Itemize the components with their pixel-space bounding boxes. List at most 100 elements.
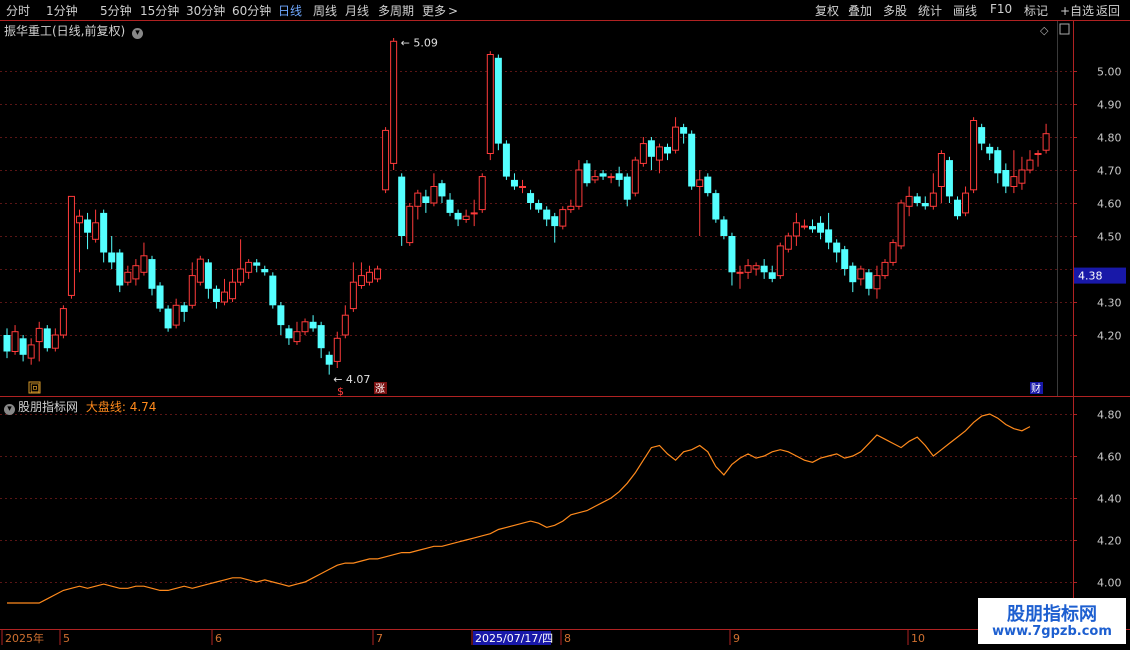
candle <box>865 269 873 296</box>
candle-body <box>792 222 800 237</box>
candle-body <box>849 265 857 283</box>
candle <box>623 173 631 207</box>
indicator-tick-label: 4.80 <box>1097 409 1122 422</box>
main-chart-title: 振华重工(日线,前复权) ▾ <box>4 22 144 39</box>
high-price-label: ← 5.09 <box>401 36 438 49</box>
tab-weekly[interactable]: 周线 <box>313 2 337 19</box>
candle-body <box>535 203 543 210</box>
candle-body <box>164 308 172 329</box>
candle-body <box>486 54 494 154</box>
panel-toggle-icon <box>1059 23 1070 35</box>
candle <box>655 143 663 174</box>
f10-button[interactable]: F10 <box>990 2 1012 16</box>
candle-body <box>301 321 309 333</box>
candle-body <box>422 196 430 203</box>
candle-body <box>446 199 454 213</box>
candle <box>905 186 913 217</box>
add-watchlist-button[interactable]: +自选 <box>1060 2 1094 19</box>
indicator-name[interactable]: 股朋指标网 <box>18 400 78 414</box>
multi-stock-button[interactable]: 多股 <box>883 2 907 19</box>
candle-body <box>132 265 140 280</box>
date-label: 10 <box>911 632 925 645</box>
candle <box>921 196 929 210</box>
candle <box>196 255 204 286</box>
tab-30min[interactable]: 30分钟 <box>186 2 225 19</box>
stock-chart[interactable]: 5.00 4.90 4.80 4.70 4.60 4.50 4.30 4.20 4.38 4.80… <box>0 0 1130 650</box>
candle-body <box>897 202 905 247</box>
candle <box>220 278 228 306</box>
candle-body <box>881 261 889 277</box>
candle-body <box>140 255 148 273</box>
tab-5min[interactable]: 5分钟 <box>100 2 132 19</box>
candle <box>84 212 92 250</box>
candle-body <box>688 133 696 187</box>
candle <box>35 321 43 362</box>
candle <box>510 173 518 190</box>
candle <box>728 232 736 286</box>
candle-body <box>438 183 446 197</box>
tab-15min[interactable]: 15分钟 <box>140 2 179 19</box>
candle <box>712 189 720 223</box>
candle-body <box>913 196 921 203</box>
candle <box>817 216 825 240</box>
tab-60min[interactable]: 60分钟 <box>232 2 271 19</box>
candle <box>494 54 502 151</box>
tab-more[interactable]: 更多 > <box>422 2 458 19</box>
candle <box>212 285 220 309</box>
candle-body <box>1002 170 1010 187</box>
back-button[interactable]: 返回 <box>1096 2 1120 19</box>
candle <box>325 351 333 375</box>
overlay-button[interactable]: 叠加 <box>848 2 872 19</box>
candle-body <box>261 269 269 273</box>
candle <box>768 265 776 283</box>
candle-body <box>647 140 655 157</box>
candle <box>978 123 986 151</box>
candle-body <box>696 179 704 187</box>
candle-body <box>92 222 100 240</box>
candle-body <box>953 199 961 217</box>
candle-body <box>519 186 527 188</box>
candle <box>51 328 59 352</box>
candle-body <box>172 304 180 326</box>
candle-body <box>148 259 156 289</box>
candle <box>229 269 237 302</box>
candle-body <box>921 203 929 207</box>
candle-body <box>253 262 261 266</box>
fuquan-button[interactable]: 复权 <box>815 2 839 19</box>
tab-daily[interactable]: 日线 <box>278 2 302 19</box>
candle-body <box>559 209 567 227</box>
candle <box>1010 150 1018 194</box>
price-tick-label: 4.90 <box>1097 99 1122 112</box>
tab-multi[interactable]: 多周期 <box>378 2 414 19</box>
toolbar: 分时 1分钟 5分钟 15分钟 30分钟 60分钟 日线 周线 月线 多周期 更… <box>0 0 1130 20</box>
chevron-down-icon[interactable]: ▾ <box>4 404 15 415</box>
stats-button[interactable]: 统计 <box>918 2 942 19</box>
candle <box>672 117 680 154</box>
candle <box>664 143 672 161</box>
draw-line-button[interactable]: 画线 <box>953 2 977 19</box>
candle-body <box>180 305 188 312</box>
tab-monthly[interactable]: 月线 <box>345 2 369 19</box>
tab-1min[interactable]: 1分钟 <box>46 2 78 19</box>
candle <box>704 173 712 197</box>
candle <box>261 265 269 276</box>
candle-body <box>124 271 132 283</box>
chevron-down-icon[interactable]: ▾ <box>132 28 144 39</box>
candle <box>148 255 156 296</box>
candle-body <box>35 327 43 343</box>
candle <box>599 170 607 180</box>
candle <box>277 302 285 335</box>
candle-body <box>873 275 881 290</box>
candle <box>857 265 865 286</box>
candle-body <box>229 281 237 300</box>
mark-button[interactable]: 标记 <box>1024 2 1048 19</box>
candle <box>937 150 945 203</box>
candle <box>390 38 398 170</box>
date-label: 6 <box>215 632 222 645</box>
candle-body <box>591 176 599 181</box>
tab-fenshi[interactable]: 分时 <box>6 2 30 19</box>
watermark-url: www.7gpzb.com <box>992 624 1112 639</box>
candle <box>43 325 51 352</box>
candle <box>374 265 382 283</box>
price-tick-label: 4.80 <box>1097 132 1122 145</box>
